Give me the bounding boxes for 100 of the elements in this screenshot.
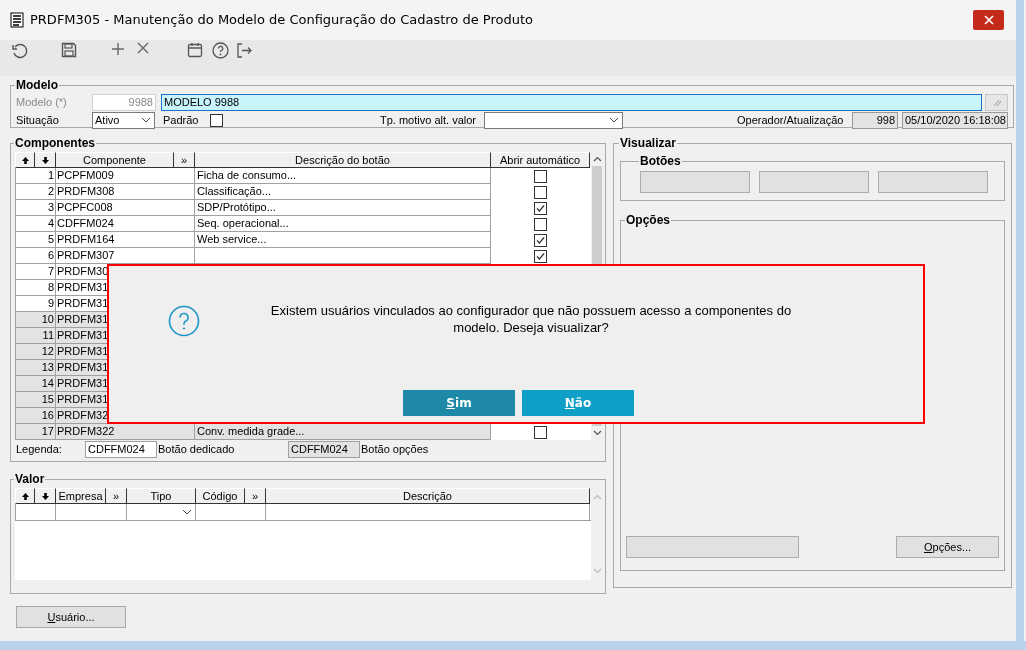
row-number: 11 [15, 328, 56, 344]
table-cell: PRDFM308 [56, 184, 195, 200]
situation-select[interactable]: Ativo [92, 111, 155, 129]
arrow-up-icon [20, 155, 30, 165]
chevron-down-icon [609, 117, 619, 123]
row-number: 12 [15, 344, 56, 360]
reason-type-select[interactable] [484, 111, 623, 129]
column-header[interactable]: Descrição [266, 488, 590, 504]
checkbox[interactable] [210, 113, 223, 127]
table-cell: PRDFM322 [56, 424, 195, 440]
checkbox[interactable] [534, 425, 547, 439]
close-button[interactable] [973, 10, 1004, 30]
chevron-down-icon [592, 568, 602, 574]
legend-label: Legenda: [15, 441, 63, 457]
yes-button[interactable]: Sim [403, 390, 515, 416]
row-number: 13 [15, 360, 56, 376]
checkbox[interactable] [534, 185, 547, 199]
table-cell: PRDFM307 [56, 248, 195, 264]
row-number: 15 [15, 392, 56, 408]
table-cell: Ficha de consumo... [195, 168, 491, 184]
table-cell: PCPFC008 [56, 200, 195, 216]
table-cell: Classificação... [195, 184, 491, 200]
model-name-field[interactable]: MODELO 9988 [161, 94, 982, 111]
window-title: PRDFM305 - Manutenção do Modelo de Configuração do Cadastro de Produto [30, 11, 533, 30]
close-icon [983, 15, 994, 25]
chevron-up-icon [592, 156, 602, 162]
section-title: Visualizar [619, 135, 677, 152]
section-title: Botões [639, 153, 682, 170]
checkbox[interactable] [534, 169, 547, 183]
question-icon [168, 305, 200, 337]
row-number: 5 [15, 232, 56, 248]
expand-column-button[interactable]: » [174, 152, 195, 168]
table-cell: PCPFM009 [56, 168, 195, 184]
chevron-down-icon [592, 430, 602, 436]
row-number: 4 [15, 216, 56, 232]
section-title: Componentes [14, 135, 96, 152]
chevron-down-icon [182, 509, 192, 515]
arrow-up-icon [20, 491, 30, 501]
row-number: 2 [15, 184, 56, 200]
checkbox[interactable] [534, 249, 547, 263]
column-header[interactable]: Empresa [56, 488, 106, 504]
column-header[interactable]: Código [196, 488, 245, 504]
calendar-icon[interactable] [187, 42, 203, 58]
undo-icon[interactable] [11, 42, 29, 60]
lookup-icon [991, 98, 1002, 107]
field-label: Tp. motivo alt. valor [380, 112, 477, 128]
section-title: Valor [14, 471, 46, 488]
field-label: Situação [16, 112, 60, 128]
row-number: 14 [15, 376, 56, 392]
field-label: Operador/Atualização [737, 112, 845, 128]
table-cell: Conv. medida grade... [195, 424, 491, 440]
help-icon[interactable] [212, 42, 229, 59]
legend-text: Botão opções [361, 441, 429, 457]
table-cell: Seq. operacional... [195, 216, 491, 232]
row-number: 3 [15, 200, 56, 216]
expand-column-button[interactable]: » [245, 488, 266, 504]
table-cell: CDFFM024 [56, 216, 195, 232]
column-header[interactable]: Tipo [127, 488, 196, 504]
column-header[interactable]: Descrição do botão [195, 152, 491, 168]
chevron-down-icon [141, 117, 151, 123]
field-label: Modelo (*) [16, 95, 68, 111]
updated-field: 05/10/2020 16:18:08 [902, 111, 1008, 129]
document-icon [10, 12, 24, 28]
table-cell[interactable] [15, 504, 56, 520]
exit-icon[interactable] [236, 42, 253, 59]
sort-up-button[interactable] [15, 488, 35, 504]
column-header[interactable]: Abrir automático [491, 152, 590, 168]
operator-field: 998 [852, 111, 898, 129]
dialog-message: Existem usuários vinculados ao configurador que não possuem acesso a componentes do modelo. Deseja visualizar? [269, 302, 793, 336]
checkbox[interactable] [534, 217, 547, 231]
row-number: 10 [15, 312, 56, 328]
row-number: 9 [15, 296, 56, 312]
sort-up-button[interactable] [15, 152, 35, 168]
sort-down-button[interactable] [35, 152, 56, 168]
row-number: 7 [15, 264, 56, 280]
delete-icon[interactable] [137, 42, 149, 54]
sort-down-button[interactable] [35, 488, 56, 504]
row-number: 17 [15, 424, 56, 440]
expand-column-button[interactable]: » [106, 488, 127, 504]
legend-swatch: CDFFM024 [85, 440, 157, 458]
arrow-down-icon [40, 155, 50, 165]
row-number: 8 [15, 280, 56, 296]
legend-text: Botão dedicado [158, 441, 236, 457]
column-header[interactable]: Componente [56, 152, 174, 168]
chevron-up-icon [592, 494, 602, 500]
options-button[interactable]: Opções... [896, 536, 999, 558]
checkbox[interactable] [534, 233, 547, 247]
checkbox[interactable] [534, 201, 547, 215]
section-title: Opções [625, 212, 671, 229]
row-number: 16 [15, 408, 56, 424]
table-cell: PRDFM164 [56, 232, 195, 248]
table-cell: Web service... [195, 232, 491, 248]
add-icon[interactable] [111, 42, 125, 56]
table-cell: SDP/Protótipo... [195, 200, 491, 216]
arrow-down-icon [40, 491, 50, 501]
legend-swatch: CDFFM024 [288, 440, 360, 458]
save-icon[interactable] [61, 42, 77, 58]
model-code-field[interactable]: 9988 [92, 94, 156, 111]
user-button[interactable]: Usuário... [16, 606, 126, 628]
section-title: Modelo [15, 77, 59, 94]
